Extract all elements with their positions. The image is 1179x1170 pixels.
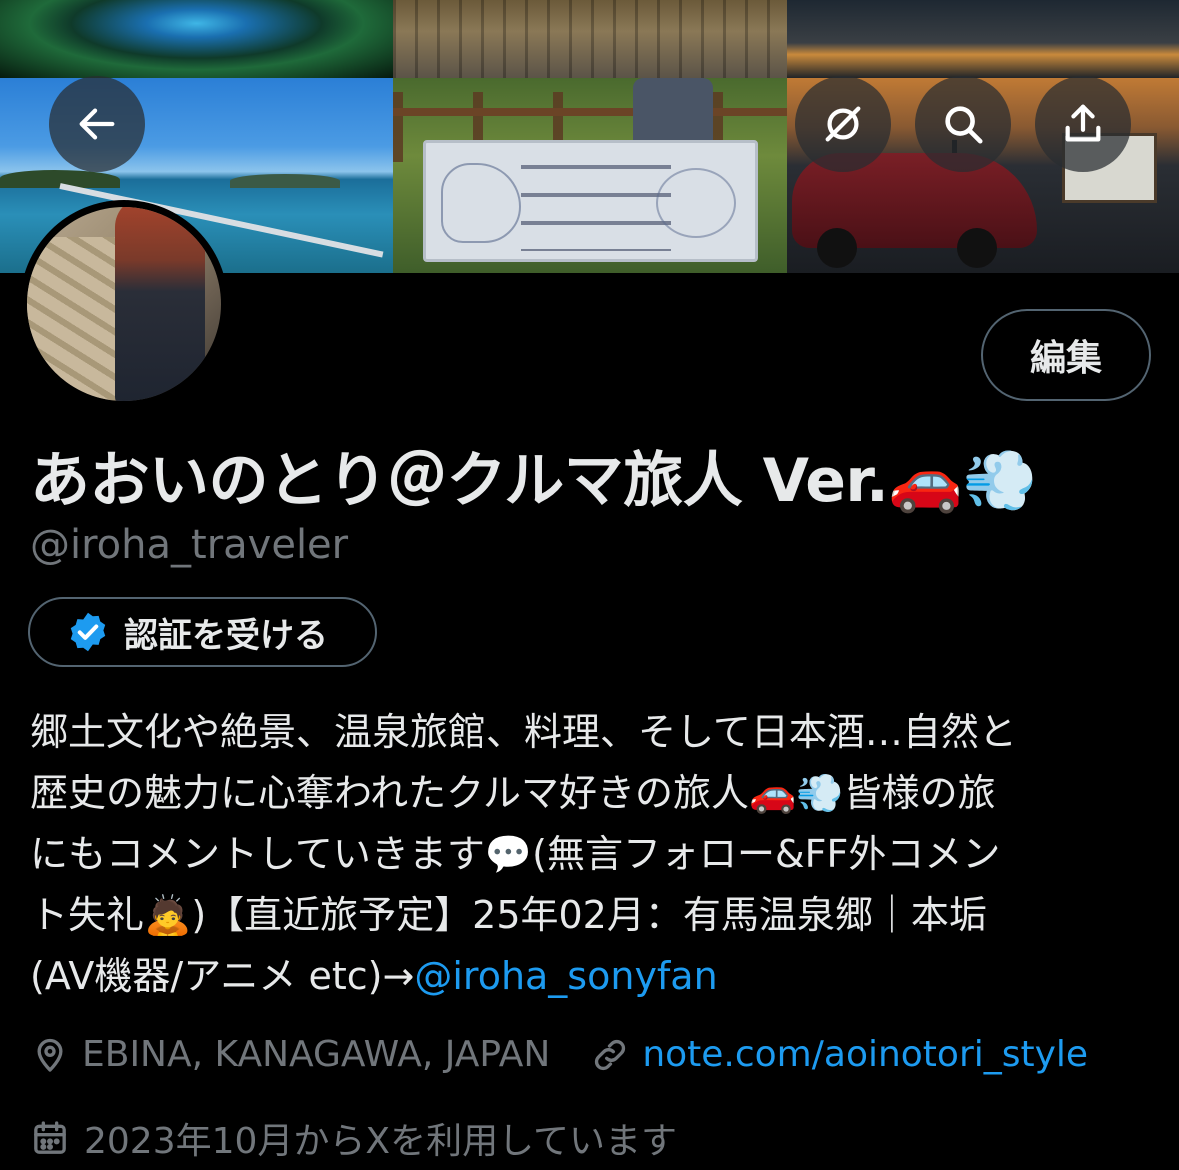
grok-button[interactable] [795,76,891,172]
bio-mention-link[interactable]: @iroha_sonyfan [414,954,717,998]
arrow-left-icon [79,108,115,140]
website[interactable]: note.com/aoinotori_style [590,1034,1088,1075]
verified-badge-icon [70,612,106,652]
bio-line: 歴史の魅力に心奪われたクルマ好きの旅人🚗💨皆様の旅 [30,771,996,815]
joined-text: 2023年10月からXを利用しています [84,1121,678,1162]
banner-photo-cave [0,0,393,78]
back-button[interactable] [49,76,145,172]
avatar[interactable] [20,200,228,408]
location: EBINA, KANAGAWA, JAPAN [30,1034,550,1075]
profile-bio: 郷土文化や絶景、温泉旅館、料理、そして日本酒…自然と 歴史の魅力に心奪われたクル… [30,702,1150,1007]
location-pin-icon [37,1038,63,1072]
grok-icon [825,106,861,142]
search-icon [945,106,983,144]
get-verified-button[interactable]: 認証を受ける [28,597,377,667]
bio-line: 郷土文化や絶景、温泉旅館、料理、そして日本酒…自然と [30,710,1017,754]
location-text: EBINA, KANAGAWA, JAPAN [82,1034,551,1075]
user-handle: @iroha_traveler [30,522,349,568]
share-button[interactable] [1035,76,1131,172]
website-link[interactable]: note.com/aoinotori_style [642,1034,1088,1075]
joined-date: 2023年10月からXを利用しています [30,1112,677,1164]
share-icon [1065,104,1101,142]
edit-profile-button[interactable]: 編集 [981,309,1151,401]
banner-photo-sunset-coast [787,0,1179,78]
avatar-photo [27,207,221,401]
banner-photo-monument [393,78,787,273]
bio-line: にもコメントしていきます💬(無言フォロー&FF外コメン [30,832,1001,876]
search-button[interactable] [915,76,1011,172]
banner-photo-boardwalk [393,0,787,78]
calendar-icon [34,1121,66,1154]
display-name: あおいのとり＠クルマ旅人 Ver.🚗💨 [30,446,1037,516]
profile-meta: EBINA, KANAGAWA, JAPAN note.com/aoinotor… [30,1034,1088,1075]
bio-line: (AV機器/アニメ etc)→ [30,954,415,998]
link-icon [595,1039,626,1070]
bio-line-last: (AV機器/アニメ etc)→@iroha_sonyfan [30,946,1150,1007]
get-verified-label: 認証を受ける [124,615,328,656]
bio-line: ト失礼🙇)【直近旅予定】25年02月：有馬温泉郷｜本垢 [30,893,987,937]
